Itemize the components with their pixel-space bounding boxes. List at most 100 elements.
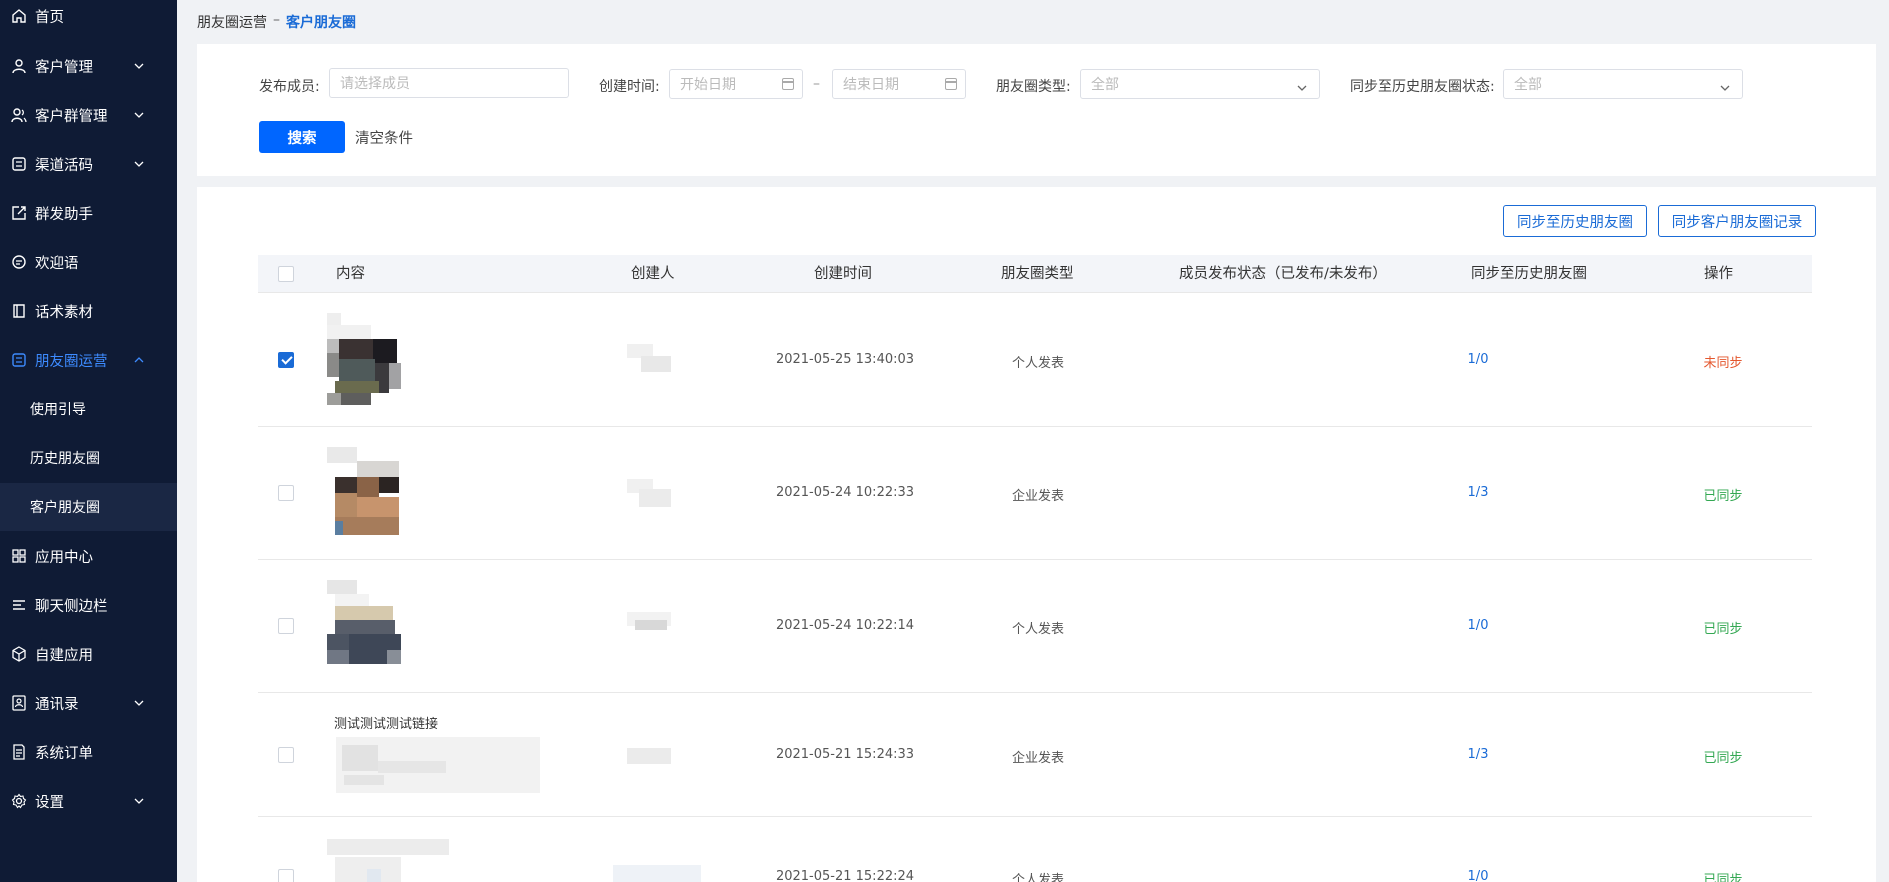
sidebar-subitem-customer-moments[interactable]: 客户朋友圈 — [0, 483, 177, 531]
sidebar-item-scripts[interactable]: 话术素材 — [0, 291, 177, 331]
creator-avatar — [627, 344, 671, 374]
share-icon — [10, 204, 28, 222]
end-date-input[interactable]: 结束日期 — [832, 69, 966, 99]
sidebar-icon — [10, 596, 28, 614]
header-sync-history: 同步至历史朋友圈 — [1471, 266, 1587, 282]
sidebar-item-label: 自建应用 — [35, 647, 93, 664]
row-moments-type: 企业发表 — [1011, 751, 1065, 766]
sidebar-item-label: 客户管理 — [35, 59, 93, 76]
sidebar-item-label: 客户群管理 — [35, 108, 108, 125]
creator-avatar — [627, 748, 671, 766]
sidebar-item-welcome[interactable]: 欢迎语 — [0, 242, 177, 282]
row-checkbox[interactable] — [278, 618, 294, 634]
sidebar-item-customer-groups[interactable]: 客户群管理 — [0, 95, 177, 135]
header-content: 内容 — [336, 266, 365, 282]
creator-avatar — [627, 479, 671, 509]
sidebar-item-settings[interactable]: 设置 — [0, 781, 177, 821]
row-content-text: 测试测试测试链接 — [334, 717, 439, 732]
breadcrumb-parent[interactable]: 朋友圈运营 — [197, 12, 267, 32]
select-all-checkbox[interactable] — [278, 266, 294, 282]
row-checkbox[interactable] — [278, 747, 294, 763]
table-header: 内容 创建人 创建时间 朋友圈类型 成员发布状态（已发布/未发布） 同步至历史朋… — [258, 255, 1812, 293]
table-row: 2021-05-24 10:22:33 企业发表 1/3 已同步 详情 — [258, 427, 1812, 560]
start-date-input[interactable]: 开始日期 — [669, 69, 803, 99]
row-checkbox[interactable] — [278, 485, 294, 501]
row-moments-type: 企业发表 — [1011, 489, 1065, 504]
sidebar-item-label: 首页 — [35, 9, 64, 26]
sidebar-item-label: 朋友圈运营 — [35, 353, 108, 370]
content-thumbnail[interactable] — [327, 580, 405, 672]
sidebar-item-app-center[interactable]: 应用中心 — [0, 536, 177, 576]
sidebar-item-orders[interactable]: 系统订单 — [0, 732, 177, 772]
sidebar-item-custom-apps[interactable]: 自建应用 — [0, 634, 177, 674]
row-moments-type: 个人发表 — [1011, 356, 1065, 371]
header-actions: 操作 — [1704, 266, 1733, 282]
end-date-placeholder: 结束日期 — [843, 77, 899, 93]
order-icon — [10, 743, 28, 761]
clear-filters-button[interactable]: 清空条件 — [355, 127, 413, 148]
search-button[interactable]: 搜索 — [259, 121, 345, 153]
gear-icon — [10, 792, 28, 810]
row-publish-status-link[interactable]: 1/0 — [1468, 352, 1489, 367]
row-checkbox[interactable] — [278, 869, 294, 882]
chevron-down-icon — [133, 158, 145, 170]
moments-type-value: 全部 — [1091, 77, 1119, 93]
content-thumbnail[interactable] — [327, 839, 449, 882]
breadcrumb: 朋友圈运营 – 客户朋友圈 — [197, 12, 356, 32]
sidebar-item-mass-send[interactable]: 群发助手 — [0, 193, 177, 233]
sidebar: 首页 客户管理 客户群管理 渠道活码 群发助手 欢迎语 话术素材 朋友圈运营 使… — [0, 0, 177, 882]
row-sync-status: 已同步 — [1703, 751, 1743, 766]
calendar-icon — [945, 78, 957, 90]
sidebar-item-label: 聊天侧边栏 — [35, 598, 108, 615]
sidebar-item-chat-sidebar[interactable]: 聊天侧边栏 — [0, 585, 177, 625]
row-sync-status: 已同步 — [1703, 489, 1743, 504]
row-moments-type: 个人发表 — [1011, 873, 1065, 882]
moments-type-select[interactable]: 全部 — [1080, 69, 1320, 99]
moments-icon — [10, 351, 28, 369]
sync-status-select[interactable]: 全部 — [1503, 69, 1743, 99]
member-select-input[interactable]: 请选择成员 — [329, 68, 569, 98]
create-time-label: 创建时间: — [599, 79, 660, 95]
row-create-time: 2021-05-24 10:22:14 — [775, 618, 915, 633]
sidebar-subitem-label: 历史朋友圈 — [30, 451, 100, 467]
start-date-placeholder: 开始日期 — [680, 77, 736, 93]
content-thumbnail[interactable] — [327, 313, 405, 405]
sidebar-item-label: 欢迎语 — [35, 255, 79, 272]
breadcrumb-current: 客户朋友圈 — [286, 15, 356, 31]
row-create-time: 2021-05-25 13:40:03 — [775, 352, 915, 367]
sidebar-subitem-label: 使用引导 — [30, 402, 86, 418]
sidebar-item-moments[interactable]: 朋友圈运营 — [0, 340, 177, 380]
creator-avatar — [627, 612, 671, 640]
content-thumbnail[interactable] — [327, 447, 405, 539]
sync-status-value: 全部 — [1514, 77, 1542, 93]
table-row: 2021-05-21 15:22:24 个人发表 1/0 已同步 详情 — [258, 817, 1812, 882]
sidebar-item-home[interactable]: 首页 — [0, 0, 177, 36]
sync-records-button[interactable]: 同步客户朋友圈记录 — [1658, 205, 1816, 237]
moments-table-panel: 同步至历史朋友圈 同步客户朋友圈记录 内容 创建人 创建时间 朋友圈类型 成员发… — [197, 187, 1876, 882]
message-icon — [10, 253, 28, 271]
header-moments-type: 朋友圈类型 — [1001, 266, 1074, 282]
creator-avatar — [613, 865, 701, 882]
calendar-icon — [782, 78, 794, 90]
member-placeholder: 请选择成员 — [340, 76, 410, 92]
row-publish-status-link[interactable]: 1/0 — [1468, 618, 1489, 633]
sidebar-subitem-history-moments[interactable]: 历史朋友圈 — [0, 434, 177, 482]
sidebar-item-channel-qrcode[interactable]: 渠道活码 — [0, 144, 177, 184]
sync-history-button[interactable]: 同步至历史朋友圈 — [1503, 205, 1647, 237]
member-label: 发布成员: — [259, 79, 320, 95]
contacts-icon — [10, 694, 28, 712]
sidebar-item-customers[interactable]: 客户管理 — [0, 46, 177, 86]
moments-type-label: 朋友圈类型: — [996, 79, 1071, 95]
row-publish-status-link[interactable]: 1/0 — [1468, 869, 1489, 882]
header-publish-status: 成员发布状态（已发布/未发布） — [1179, 266, 1387, 282]
row-moments-type: 个人发表 — [1011, 622, 1065, 637]
book-icon — [10, 302, 28, 320]
row-publish-status-link[interactable]: 1/3 — [1468, 747, 1489, 762]
row-publish-status-link[interactable]: 1/3 — [1468, 485, 1489, 500]
sidebar-item-label: 群发助手 — [35, 206, 93, 223]
row-checkbox[interactable] — [278, 352, 294, 368]
content-link-card[interactable] — [336, 737, 540, 793]
sidebar-subitem-guide[interactable]: 使用引导 — [0, 385, 177, 433]
sidebar-item-contacts[interactable]: 通讯录 — [0, 683, 177, 723]
chevron-down-icon — [133, 60, 145, 72]
